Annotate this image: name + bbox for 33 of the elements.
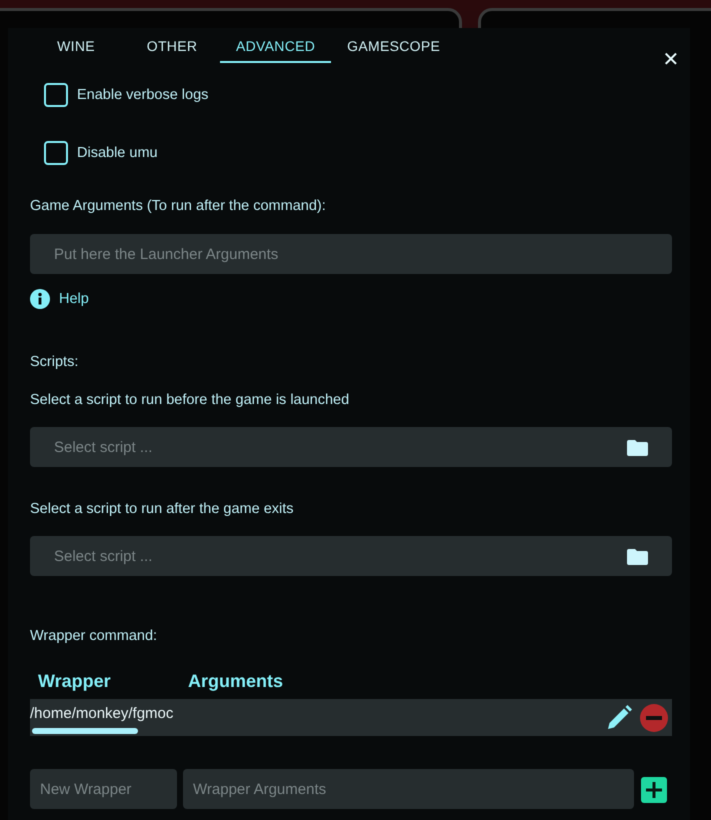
tab[interactable]: WINE [28,28,124,63]
info-icon [30,289,50,309]
checkbox-label: Enable verbose logs [77,87,208,103]
column-header: Wrapper [38,671,112,692]
remove-button[interactable] [639,702,669,732]
arguments-field[interactable]: Wrapper Arguments [183,769,634,809]
checkbox[interactable] [44,141,68,165]
pencil-icon [605,704,633,732]
tab[interactable]: GAMESCOPE [331,28,456,63]
section-title: Scripts: [30,354,80,370]
field-label: Game Arguments (To run after the command): [30,198,327,214]
wrapper-field[interactable]: New Wrapper [30,769,177,809]
checkbox[interactable] [44,83,68,107]
folder-icon[interactable] [627,548,648,565]
arguments-field[interactable]: Put here the Launcher Arguments [30,234,672,274]
section-title: Wrapper command: [30,628,158,644]
close-button[interactable]: ✕ [656,44,686,74]
minus-circle-icon [639,702,669,732]
help-link[interactable]: Help [30,289,89,309]
field-label: Select a script to run after the game exits [30,501,295,517]
field-label: Select a script to run before the game is launched [30,392,350,408]
script-field[interactable]: Select script ... [30,536,672,576]
column-header: Arguments [188,671,284,692]
wrapper-path: /home/monkey/fgmoc [30,705,174,722]
scrollbar[interactable] [32,728,138,734]
tab[interactable]: ADVANCED [220,28,332,63]
edit-button[interactable] [605,704,633,732]
tab[interactable]: OTHER [124,28,220,63]
checkbox-label: Disable umu [77,145,158,161]
plus-icon [645,781,663,799]
script-field[interactable]: Select script ... [30,427,672,467]
folder-icon[interactable] [627,439,648,456]
add-button[interactable] [641,777,667,803]
